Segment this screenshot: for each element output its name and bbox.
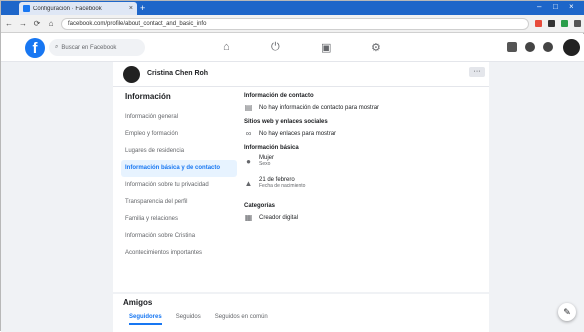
browser-window: Configuración · Facebook × + – □ × ← → ⟳… (0, 0, 584, 332)
search-icon: ⌕ (55, 44, 59, 50)
browser-menu-icon[interactable] (574, 20, 581, 27)
tab-mutual-following[interactable]: Seguidos en común (215, 314, 268, 325)
tab-title: Configuración · Facebook (33, 5, 102, 12)
search-placeholder: Buscar en Facebook (61, 44, 117, 51)
back-button[interactable]: ← (5, 19, 13, 28)
notifications-icon[interactable] (543, 42, 553, 52)
websites-section-title: Sitios web y enlaces sociales (244, 119, 328, 125)
reload-button[interactable]: ⟳ (33, 19, 41, 28)
extension-icon[interactable] (561, 20, 568, 27)
account-avatar[interactable] (563, 39, 580, 56)
basic-info-section-title: Información básica (244, 145, 299, 151)
extension-icon[interactable] (535, 20, 542, 27)
about-item-work-education[interactable]: Empleo y formación (121, 126, 237, 143)
watch-icon[interactable]: ⏻ (271, 41, 280, 54)
gender-label: Sexo (259, 161, 271, 167)
about-item-transparency[interactable]: Transparencia del perfil (121, 194, 237, 211)
tab-following[interactable]: Seguidos (176, 314, 201, 325)
websites-value: No hay enlaces para mostrar (259, 130, 337, 137)
new-tab-button[interactable]: + (140, 3, 145, 13)
about-item-overview[interactable]: Información general (121, 109, 237, 126)
about-item-privacy[interactable]: Información sobre tu privacidad (121, 177, 237, 194)
about-item-contact-basic-info[interactable]: Información básica y de contacto (121, 160, 237, 177)
browser-tab-bar: Configuración · Facebook × + – □ × (1, 1, 584, 15)
about-item-places[interactable]: Lugares de residencia (121, 143, 237, 160)
facebook-top-nav: f ⌕ Buscar en Facebook ⌂ ⏻ ▣ ⚙ (1, 34, 584, 62)
home-icon[interactable]: ⌂ (223, 41, 230, 53)
person-icon: ● (246, 156, 251, 166)
friends-tabs: Seguidores Seguidos Seguidos en común (129, 314, 268, 325)
friends-card: Amigos Seguidores Seguidos Seguidos en c… (113, 294, 489, 332)
about-item-life-events[interactable]: Acontecimientos importantes (121, 245, 237, 262)
about-sidebar: Información Información general Empleo y… (121, 91, 237, 262)
marketplace-icon[interactable]: ▣ (321, 41, 331, 54)
category-icon: ▦ (244, 213, 253, 222)
maximize-button[interactable]: □ (553, 2, 558, 11)
profile-avatar[interactable] (123, 66, 140, 83)
minimize-button[interactable]: – (537, 2, 541, 11)
contact-section-title: Información de contacto (244, 93, 314, 99)
about-details: Información de contacto ▤ No hay informa… (244, 86, 484, 228)
forward-button[interactable]: → (19, 19, 27, 28)
birthday-label: Fecha de nacimiento (259, 183, 306, 189)
categories-section-title: Categorías (244, 203, 276, 209)
close-window-button[interactable]: × (569, 2, 574, 11)
url-input[interactable]: facebook.com/profile/about_contact_and_b… (61, 17, 529, 30)
facebook-logo-icon[interactable]: f (25, 38, 45, 58)
birthday-cake-icon: ▲ (244, 178, 253, 188)
address-bar-row: ← → ⟳ ⌂ facebook.com/profile/about_conta… (1, 15, 584, 33)
friends-title: Amigos (123, 298, 153, 307)
browser-tab[interactable]: Configuración · Facebook × (19, 2, 137, 15)
contact-value: No hay información de contacto para most… (259, 104, 380, 111)
categories-value: Creador digital (259, 214, 299, 221)
new-message-icon[interactable]: ✎ (558, 303, 576, 321)
tab-close-icon[interactable]: × (129, 5, 133, 12)
link-icon: ∞ (245, 129, 252, 138)
more-options-button[interactable]: ··· (469, 67, 485, 77)
messenger-icon[interactable] (525, 42, 535, 52)
profile-content: Cristina Chen Roh ··· Información Inform… (1, 62, 584, 332)
home-button[interactable]: ⌂ (47, 19, 55, 28)
extension-icon[interactable] (548, 20, 555, 27)
search-input[interactable]: ⌕ Buscar en Facebook (49, 39, 145, 56)
about-item-family[interactable]: Familia y relaciones (121, 211, 237, 228)
tab-followers[interactable]: Seguidores (129, 314, 162, 325)
profile-name[interactable]: Cristina Chen Roh (147, 70, 208, 77)
contact-card-icon: ▤ (244, 103, 253, 112)
about-sidebar-title: Información (125, 92, 171, 101)
menu-icon[interactable] (507, 42, 517, 52)
groups-icon[interactable]: ⚙ (371, 41, 381, 54)
about-item-details[interactable]: Información sobre Cristina (121, 228, 237, 245)
about-card: Cristina Chen Roh ··· Información Inform… (113, 62, 489, 292)
facebook-favicon-icon (23, 5, 30, 12)
